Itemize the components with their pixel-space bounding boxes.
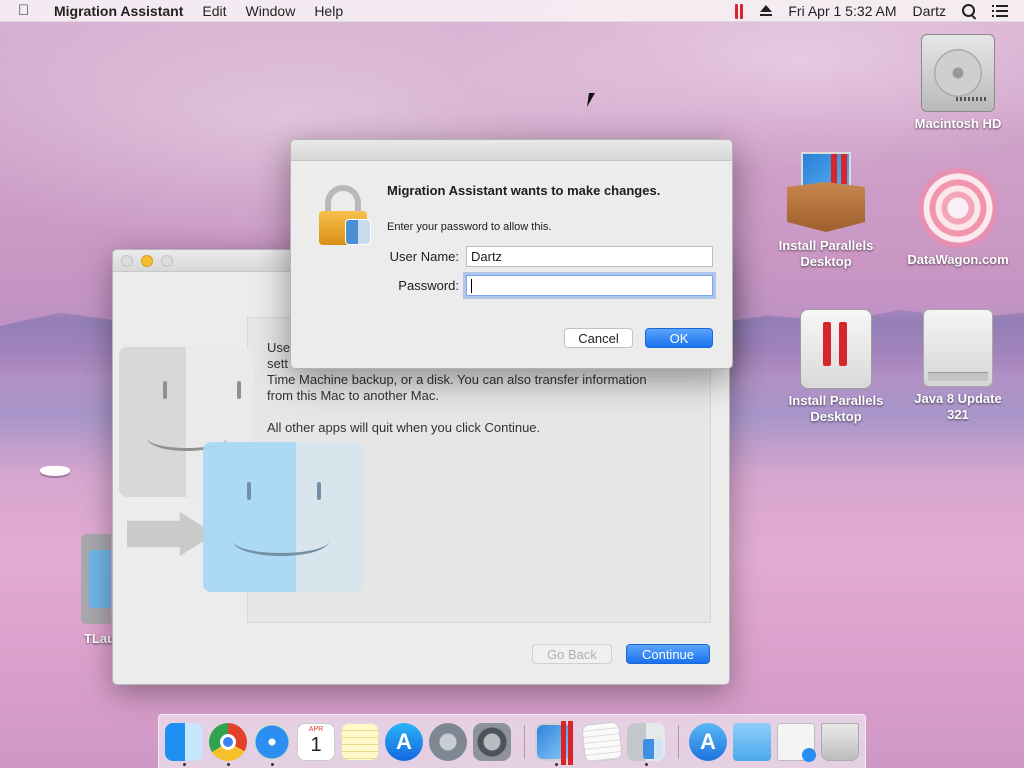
system-preferences-icon[interactable] [473,723,511,761]
notification-list-icon[interactable] [992,5,1008,17]
desktop-icon-label: DataWagon.com [907,252,1009,267]
desktop-icon-label: Install Parallels Desktop [788,393,884,424]
password-field[interactable] [466,275,713,296]
wallpaper-boat [40,466,70,476]
apple-menu-icon[interactable]:  [18,2,38,19]
running-indicator [227,763,230,766]
finder-badge-icon [345,219,371,245]
menu-help[interactable]: Help [314,3,343,19]
running-indicator [271,763,274,766]
running-indicator [555,763,558,766]
menubar-user[interactable]: Dartz [913,3,946,19]
username-field[interactable] [466,246,713,267]
dock-separator [678,725,679,759]
desktop-icon-label: Macintosh HD [914,116,1002,131]
auth-dialog: Migration Assistant wants to make change… [290,139,733,369]
dialog-title: Migration Assistant wants to make change… [387,183,661,198]
running-indicator [183,763,186,766]
desktop-icon-datawagon[interactable]: DataWagon.com [903,168,1013,268]
launchpad-icon[interactable] [429,723,467,761]
spotlight-search-icon[interactable] [962,4,976,18]
password-label: Password: [398,278,459,293]
mouse-pointer-icon [587,93,595,107]
calendar-month: APR [308,726,324,733]
menu-window[interactable]: Window [246,3,296,19]
app-store-icon[interactable]: A [385,723,423,761]
lock-icon [319,185,375,247]
menu-bar:  Migration Assistant Edit Window Help F… [0,0,1024,22]
continue-button[interactable]: Continue [626,644,710,664]
dialog-titlebar[interactable] [291,140,732,161]
username-label: User Name: [389,249,459,264]
migration-assistant-icon[interactable] [627,723,665,761]
intro-line: Time Machine backup, or a disk. You can … [267,372,647,387]
desktop-icon-install-parallels-box[interactable]: Install Parallels Desktop [771,152,881,270]
ok-button[interactable]: OK [645,328,713,348]
transfer-arrow-icon [127,512,215,556]
quit-notice: All other apps will quit when you click … [267,420,541,435]
minimize-button[interactable] [141,255,153,267]
go-back-button[interactable]: Go Back [532,644,612,664]
app-menu[interactable]: Migration Assistant [54,3,183,19]
desktop-icon-label: Install Parallels Desktop [778,238,874,269]
parallels-icon[interactable] [734,3,744,19]
intro-line: from this Mac to another Mac. [267,388,439,403]
flower-image-icon [918,168,998,248]
desktop-icon-label[interactable]: TLau [84,631,115,646]
notes-icon[interactable] [341,723,379,761]
chrome-icon[interactable] [209,723,247,761]
calendar-icon[interactable]: APR 1 [297,723,335,761]
cancel-button[interactable]: Cancel [564,328,633,348]
hard-drive-icon [921,34,995,112]
textedit-icon[interactable] [581,721,623,763]
eject-icon[interactable] [760,5,773,17]
calendar-day: 1 [310,734,322,756]
dock: APR 1 A A [158,714,866,768]
dock-separator [524,725,525,759]
close-button[interactable] [121,255,133,267]
running-indicator [645,763,648,766]
external-drive-icon [923,309,993,387]
menubar-clock[interactable]: Fri Apr 1 5:32 AM [788,3,896,19]
finder-icon[interactable] [165,723,203,761]
finder-blue-icon [203,442,363,592]
desktop-icon-label: Java 8 Update 321 [914,391,1002,422]
desktop-icon-install-parallels-drive[interactable]: Install Parallels Desktop [781,309,891,425]
folder-icon[interactable] [81,534,111,624]
parallels-desktop-icon[interactable] [535,721,573,765]
parallels-drive-icon [800,309,872,389]
trash-icon[interactable] [821,723,859,761]
desktop-icon-java[interactable]: Java 8 Update 321 [903,309,1013,423]
documents-folder-icon[interactable] [733,723,771,761]
safari-icon[interactable] [253,723,291,761]
zoom-button[interactable] [161,255,173,267]
downloads-stack-icon[interactable] [777,723,816,762]
desktop-icon-macintosh-hd[interactable]: Macintosh HD [903,34,1013,132]
parallels-box-icon [783,152,869,234]
applications-folder-icon[interactable]: A [689,723,727,761]
dialog-subtitle: Enter your password to allow this. [387,221,552,233]
text-caret [471,279,472,293]
menu-edit[interactable]: Edit [202,3,226,19]
